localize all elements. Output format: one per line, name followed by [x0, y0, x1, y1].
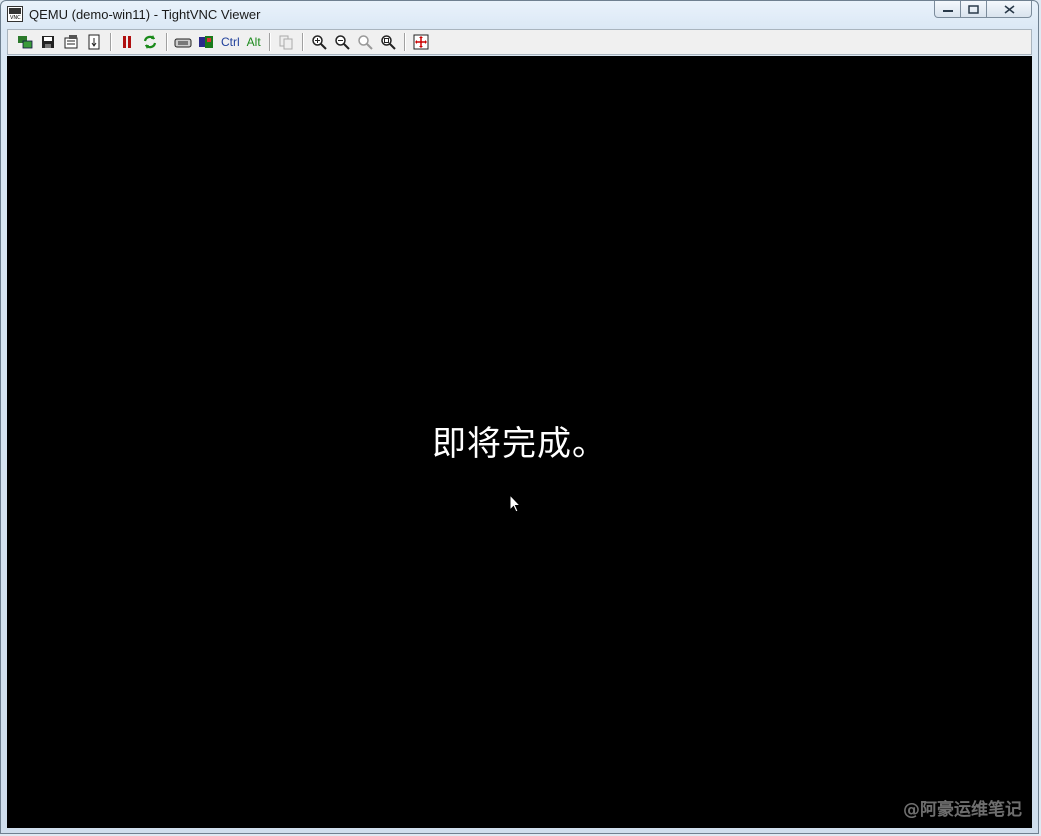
send-ctrl-esc-icon	[199, 36, 213, 48]
zoom-in-icon	[311, 35, 327, 50]
toolbar-separator	[403, 33, 406, 51]
zoom-100-icon	[357, 35, 373, 50]
watermark: @阿豪运维笔记	[903, 800, 1022, 820]
restore-icon	[968, 4, 979, 14]
refresh-button[interactable]	[139, 32, 161, 52]
maximize-button[interactable]	[961, 1, 987, 18]
toolbar-separator	[268, 33, 271, 51]
copy-clipboard-icon	[279, 35, 293, 50]
zoom-out-button[interactable]	[331, 32, 353, 52]
pause-button[interactable]	[116, 32, 138, 52]
setup-status-message: 即将完成。	[432, 424, 607, 464]
new-connection-icon	[18, 36, 33, 49]
window-title: QEMU (demo-win11) - TightVNC Viewer	[29, 6, 261, 22]
new-connection-button[interactable]	[14, 32, 36, 52]
options-button[interactable]	[60, 32, 82, 52]
pause-icon	[123, 36, 131, 48]
connection-info-icon	[88, 34, 100, 50]
ctrl-label: Ctrl	[221, 35, 240, 49]
toolbar-separator	[166, 33, 168, 51]
alt-label: Alt	[246, 35, 261, 49]
title-bar[interactable]: VNC QEMU (demo-win11) - TightVNC Viewer	[1, 1, 1038, 27]
close-icon	[1004, 4, 1014, 14]
svg-text:VNC: VNC	[10, 15, 21, 20]
send-ctrl-alt-del-icon	[174, 38, 192, 48]
copy-clipboard-button[interactable]	[275, 32, 297, 52]
minimize-icon	[942, 10, 953, 12]
ctrl-toggle[interactable]: Ctrl	[218, 32, 243, 52]
zoom-auto-icon	[380, 35, 396, 50]
send-ctrl-alt-del-button[interactable]	[172, 32, 194, 52]
options-icon	[64, 35, 78, 49]
alt-toggle[interactable]: Alt	[244, 32, 264, 52]
zoom-100-button[interactable]	[354, 32, 376, 52]
zoom-auto-button[interactable]	[377, 32, 399, 52]
save-button[interactable]	[37, 32, 59, 52]
toolbar-separator	[110, 33, 112, 51]
remote-desktop-viewport[interactable]: 即将完成。 @阿豪运维笔记	[7, 56, 1032, 828]
connection-info-button[interactable]	[83, 32, 105, 52]
toolbar: Ctrl Alt	[7, 29, 1032, 55]
fullscreen-button[interactable]	[410, 32, 432, 52]
fullscreen-icon	[413, 34, 429, 50]
caption-buttons	[934, 1, 1032, 18]
vnc-icon[interactable]: VNC	[7, 6, 23, 22]
mouse-cursor-icon	[509, 494, 522, 513]
refresh-icon	[143, 35, 157, 49]
zoom-out-icon	[334, 35, 350, 50]
zoom-in-button[interactable]	[308, 32, 330, 52]
vnc-viewer-window: VNC QEMU (demo-win11) - TightVNC Viewer	[0, 0, 1039, 834]
send-ctrl-esc-button[interactable]	[195, 32, 217, 52]
save-icon	[42, 36, 54, 48]
close-button[interactable]	[987, 1, 1032, 18]
minimize-button[interactable]	[934, 1, 961, 18]
toolbar-separator	[301, 33, 304, 51]
